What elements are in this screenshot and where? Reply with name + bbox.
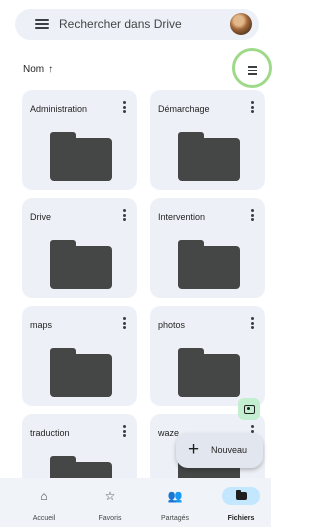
plus-icon: +	[188, 439, 200, 460]
folder-name: Administration	[30, 104, 88, 114]
more-vert-icon[interactable]	[251, 209, 255, 223]
folder-name: photos	[158, 320, 186, 330]
list-view-button[interactable]	[232, 48, 272, 88]
folder-name: traduction	[30, 428, 70, 438]
folder-card[interactable]: Drive	[22, 198, 137, 298]
nav-item-favorites[interactable]: ☆ Favoris	[80, 478, 140, 527]
people-icon: 👥	[167, 489, 183, 503]
search-placeholder: Rechercher dans Drive	[59, 17, 182, 31]
home-icon: ⌂	[40, 489, 48, 503]
sort-label: Nom	[23, 64, 45, 75]
folder-icon	[235, 490, 247, 500]
nav-item-shared[interactable]: 👥 Partagés	[145, 478, 205, 527]
nav-item-home[interactable]: ⌂ Accueil	[14, 478, 74, 527]
folder-card[interactable]: photos	[150, 306, 265, 406]
folder-card[interactable]: maps	[22, 306, 137, 406]
new-button-label: Nouveau	[211, 445, 248, 455]
folder-name: Démarchage	[158, 104, 210, 114]
more-vert-icon[interactable]	[123, 425, 127, 439]
nav-label: Favoris	[98, 515, 122, 522]
menu-icon[interactable]	[35, 19, 49, 29]
folder-card[interactable]: Administration	[22, 90, 137, 190]
avatar[interactable]	[230, 13, 252, 35]
more-vert-icon[interactable]	[251, 101, 255, 115]
folder-icon	[178, 240, 240, 289]
folder-name: Intervention	[158, 212, 206, 222]
new-button[interactable]: + Nouveau	[176, 433, 263, 468]
folder-card[interactable]: Démarchage	[150, 90, 265, 190]
nav-label: Partagés	[160, 515, 190, 522]
folder-card[interactable]: Intervention	[150, 198, 265, 298]
search-bar[interactable]: Rechercher dans Drive	[15, 9, 259, 40]
folder-icon	[178, 348, 240, 397]
sort-control[interactable]: Nom ↑	[23, 64, 53, 75]
active-indicator	[222, 487, 260, 505]
folder-icon	[50, 240, 112, 289]
nav-item-files[interactable]: Fichiers	[211, 478, 271, 527]
folder-icon	[50, 132, 112, 181]
bottom-navigation: ⌂ Accueil ☆ Favoris 👥 Partagés Fichiers	[0, 478, 271, 527]
folder-name: maps	[30, 320, 53, 330]
folder-name: Drive	[30, 212, 52, 222]
folder-name: waze	[158, 428, 180, 438]
more-vert-icon[interactable]	[123, 209, 127, 223]
scan-button[interactable]	[238, 398, 260, 420]
arrow-up-icon: ↑	[48, 64, 54, 75]
nav-label: Accueil	[32, 515, 56, 522]
folder-icon	[178, 132, 240, 181]
more-vert-icon[interactable]	[251, 317, 255, 331]
nav-label: Fichiers	[227, 515, 255, 522]
star-icon: ☆	[104, 489, 116, 503]
list-view-icon	[248, 66, 257, 77]
more-vert-icon[interactable]	[123, 101, 127, 115]
folder-icon	[50, 348, 112, 397]
more-vert-icon[interactable]	[123, 317, 127, 331]
camera-icon	[243, 404, 255, 414]
